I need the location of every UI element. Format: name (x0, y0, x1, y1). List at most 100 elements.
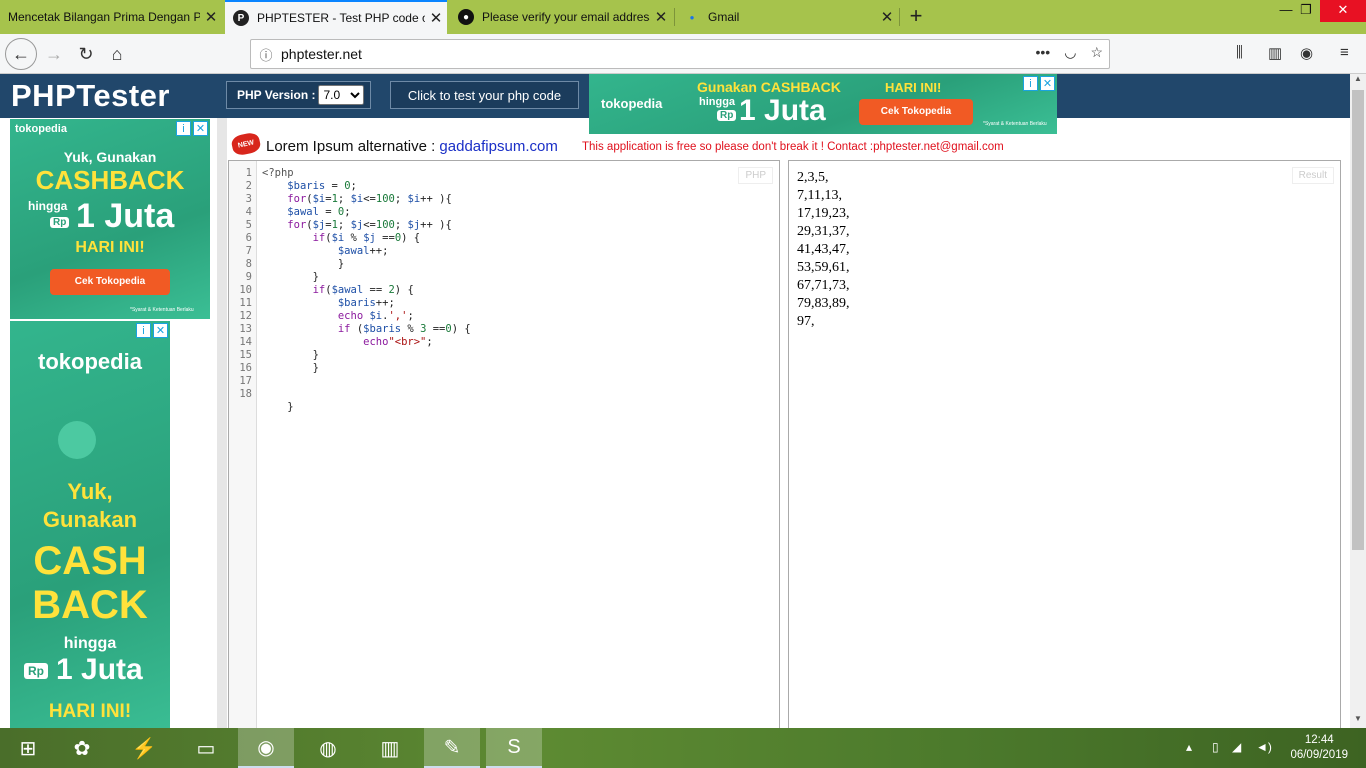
window-close-icon[interactable]: ✕ (1320, 0, 1366, 22)
php-code-editor[interactable]: 1 2 3 4 5 6 7 8 9 10 11 12 13 14 15 16 17 18 <?php $baris… (228, 160, 780, 728)
result-panel: 2,3,5, 7,11,13, 17,19,23, 29,31,37, 41,43,47… (788, 160, 1341, 728)
left-tall-ad[interactable]: i ✕ tokopedia Yuk, Gunakan CASH BACK hing… (10, 321, 170, 728)
windows-start-icon[interactable]: ⊞ (0, 728, 56, 768)
ad-line2: CASHBACK (35, 165, 185, 195)
ad-hingga: hingga (63, 635, 117, 652)
close-tab-icon[interactable]: ✕ (650, 8, 672, 26)
library-icon[interactable]: ⫼ (1236, 44, 1243, 61)
ad-close-icon[interactable]: ✕ (1040, 76, 1055, 91)
ad-amount: 1 Juta (739, 94, 826, 127)
tab-divider (899, 8, 900, 26)
ad-fine-print: *Syarat & Ketentuan Berlaku (983, 121, 1047, 127)
close-tab-icon[interactable]: ✕ (425, 9, 447, 27)
forward-arrow-icon[interactable]: → (40, 40, 68, 68)
network-icon[interactable]: ◢ (1232, 740, 1241, 754)
restore-icon[interactable]: ❐ (1290, 0, 1322, 22)
disk-utility-icon[interactable]: ◍ (300, 728, 356, 768)
output-line: 29,31,37, (797, 224, 850, 239)
tray-expand-icon[interactable]: ▴ (1186, 740, 1192, 754)
output-line: 7,11,13, (797, 188, 842, 203)
address-bar[interactable]: ⓘ phptester.net ••• ◡ ☆ (250, 39, 1110, 69)
url-text: phptester.net (281, 46, 362, 62)
output-line: 67,71,73, (797, 278, 850, 293)
ad-fine-print: *Syarat & Ketentuan Berlaku (130, 307, 194, 313)
ad-rp: Rp (24, 663, 48, 679)
page-actions-icon[interactable]: ••• (1036, 44, 1051, 61)
adchoices-icon[interactable]: i (176, 121, 191, 136)
line-number: 17 (239, 375, 252, 387)
ad-cta-button[interactable]: Cek Tokopedia (859, 99, 973, 125)
lorem-line: Lorem Ipsum alternative : gaddafipsum.co… (266, 138, 558, 155)
account-icon[interactable]: ◉ (1300, 44, 1313, 62)
tab-title: Mencetak Bilangan Prima Dengan P (8, 10, 200, 24)
result-label: Result (1291, 167, 1334, 184)
line-number: 6 (245, 232, 252, 244)
tab-phptester[interactable]: P PHPTESTER - Test PHP code on ✕ (225, 0, 447, 34)
tab-mencetak[interactable]: Mencetak Bilangan Prima Dengan P ✕ (0, 0, 222, 34)
ad-today: HARI INI! (48, 701, 132, 722)
system-clock[interactable]: 12:44 06/09/2019 (1290, 733, 1348, 763)
notepad-icon[interactable]: ✎ (424, 728, 480, 768)
volume-icon[interactable]: ◄) (1256, 740, 1272, 754)
output-line: 17,19,23, (797, 206, 850, 221)
ad-today: HARI INI! (75, 239, 145, 256)
audio-mixer-icon[interactable]: ▥ (362, 728, 418, 768)
navigation-toolbar: ← → ↻ ⌂ ⓘ phptester.net ••• ◡ ☆ ⫼ ▥ ◉ ≡ (0, 34, 1366, 74)
pocket-icon[interactable]: ◡ (1064, 44, 1076, 61)
line-number: 11 (239, 297, 252, 309)
tab-gmail[interactable]: ● Gmail ✕ (676, 0, 898, 34)
file-explorer-icon[interactable]: ▭ (178, 728, 234, 768)
contact-notice: This application is free so please don't… (582, 141, 1004, 153)
app-flower-icon[interactable]: ✿ (54, 728, 110, 768)
line-number: 18 (239, 388, 252, 400)
reload-icon[interactable]: ↻ (72, 40, 100, 68)
new-tab-button[interactable]: + (903, 4, 929, 30)
sidebar-icon[interactable]: ▥ (1268, 44, 1282, 62)
lorem-link[interactable]: gaddafipsum.com (439, 138, 557, 155)
home-icon[interactable]: ⌂ (103, 40, 131, 68)
line-number: 15 (239, 349, 252, 361)
app-winamp-icon[interactable]: ⚡ (116, 728, 172, 768)
page-scrollbar[interactable]: ▲ ▼ (1350, 74, 1366, 728)
left-gutter (217, 118, 227, 728)
tab-strip: Mencetak Bilangan Prima Dengan P ✕ P PHP… (0, 0, 1366, 34)
ad-decor-circle (58, 421, 96, 459)
scroll-down-icon[interactable]: ▼ (1350, 714, 1366, 728)
code-content[interactable]: <?php $baris = 0; for($i=1; $i<=100; $i+… (262, 167, 471, 414)
new-badge: NEW (230, 131, 262, 157)
back-arrow-icon[interactable]: ← (5, 38, 37, 70)
ad-close-icon[interactable]: ✕ (193, 121, 208, 136)
close-tab-icon[interactable]: ✕ (876, 8, 898, 26)
left-square-ad[interactable]: i ✕ tokopedia Yuk, Gunakan CASHBACK hingg… (10, 119, 210, 319)
output-line: 79,83,89, (797, 296, 850, 311)
menu-icon[interactable]: ≡ (1340, 44, 1349, 61)
ad-headline: Gunakan CASHBACK (697, 79, 841, 95)
tab-github[interactable]: ● Please verify your email address ✕ (450, 0, 672, 34)
line-number: 4 (245, 206, 252, 218)
firefox-icon[interactable]: ◉ (238, 728, 294, 768)
ad-cta-button[interactable]: Cek Tokopedia (50, 269, 170, 295)
php-version-select[interactable]: 7.0 (318, 85, 365, 105)
top-banner-ad[interactable]: i ✕ tokopedia Gunakan CASHBACK hingga Rp … (589, 74, 1057, 134)
adchoices-icon[interactable]: i (1023, 76, 1038, 91)
bookmark-star-icon[interactable]: ☆ (1090, 44, 1103, 61)
scroll-up-icon[interactable]: ▲ (1350, 74, 1366, 88)
site-logo[interactable]: PHPTester (11, 78, 170, 114)
ad-amount: 1 Juta (56, 653, 143, 686)
ad-close-icon[interactable]: ✕ (153, 323, 168, 338)
clock-time: 12:44 (1304, 734, 1334, 746)
sublime-text-icon[interactable]: S (486, 728, 542, 768)
scrollbar-thumb[interactable] (1352, 90, 1364, 550)
site-info-icon[interactable]: ⓘ (251, 45, 281, 64)
ad-brand: tokopedia (601, 96, 663, 111)
tab-divider (674, 8, 675, 26)
ad-line3: CASH (33, 539, 147, 583)
close-tab-icon[interactable]: ✕ (200, 8, 222, 26)
run-code-button[interactable]: Click to test your php code (390, 81, 579, 109)
tab-title: PHPTESTER - Test PHP code on (257, 11, 425, 25)
battery-icon[interactable]: ▯ (1212, 740, 1219, 754)
output-line: 97, (797, 314, 815, 329)
adchoices-icon[interactable]: i (136, 323, 151, 338)
ad-line4: BACK (32, 583, 148, 627)
line-number: 2 (245, 180, 252, 192)
